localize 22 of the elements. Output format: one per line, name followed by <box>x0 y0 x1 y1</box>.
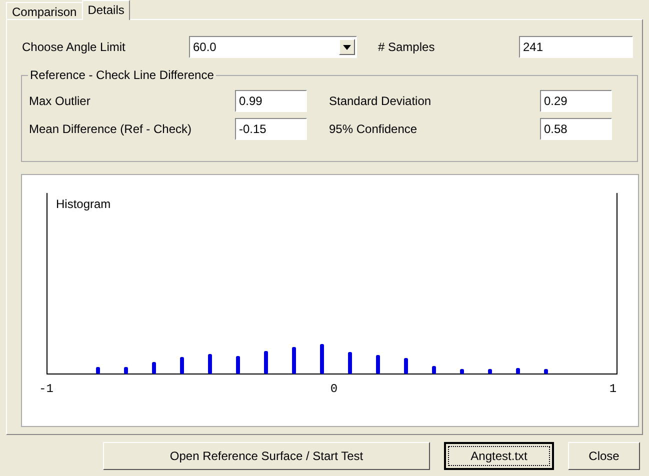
button[interactable]: Open Reference Surface / Start Test <box>103 442 430 470</box>
field-label: Mean Difference (Ref - Check) <box>29 122 193 136</box>
tab[interactable]: Details <box>82 0 130 20</box>
samples-field[interactable]: 241 <box>519 36 633 58</box>
value-field[interactable]: -0.15 <box>235 118 307 140</box>
angle-limit-dropdown[interactable]: 60.0 <box>189 36 357 58</box>
tab[interactable]: Comparison <box>6 2 83 19</box>
value-field[interactable]: 0.29 <box>540 90 612 112</box>
button[interactable]: Angtest.txt <box>444 442 554 470</box>
field-label: # Samples <box>378 40 436 54</box>
group-title: Reference - Check Line Difference <box>28 68 216 82</box>
value-field[interactable]: 0.99 <box>235 90 307 112</box>
chart-title: Histogram <box>56 197 111 211</box>
axis-label: 1 <box>609 382 617 396</box>
field-label: Choose Angle Limit <box>22 40 126 54</box>
value-field[interactable]: 0.58 <box>540 118 612 140</box>
field-label: Max Outlier <box>29 94 92 108</box>
field-label: 95% Confidence <box>329 122 418 136</box>
axis-label: -1 <box>39 382 54 396</box>
field-label: Standard Deviation <box>329 94 432 108</box>
button[interactable]: Close <box>568 442 640 470</box>
axis-label: 0 <box>330 382 338 396</box>
